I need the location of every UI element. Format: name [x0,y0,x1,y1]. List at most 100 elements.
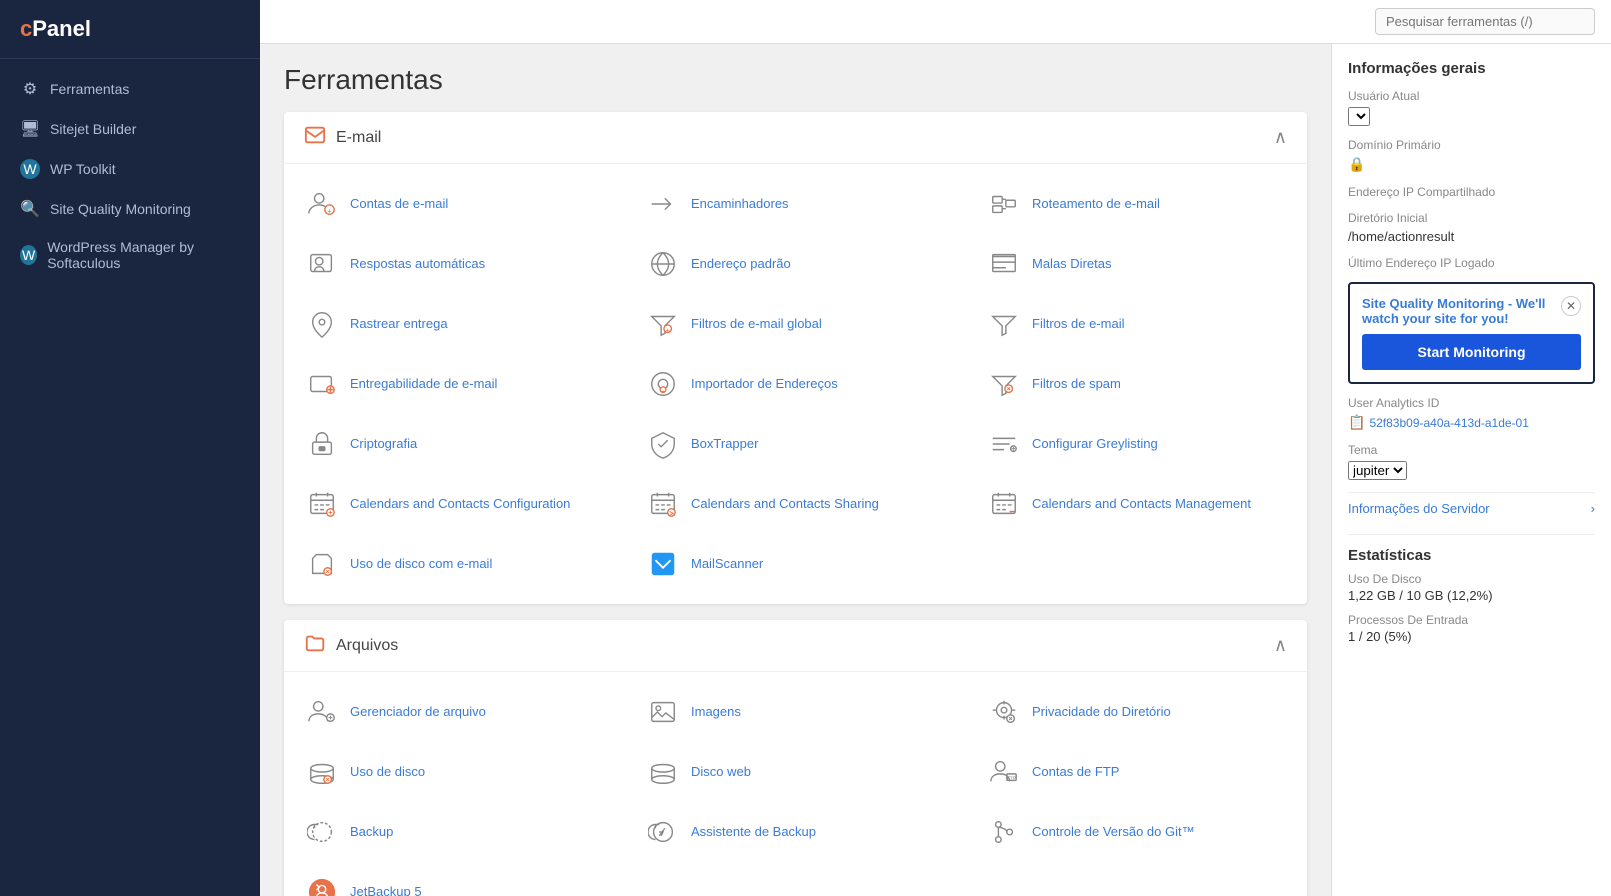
sidebar-item-label: Ferramentas [50,81,129,97]
email-section-title: E-mail [336,129,381,147]
tool-label: Uso de disco com e-mail [350,556,492,573]
search-input[interactable] [1375,8,1595,35]
sidebar-item-label: WordPress Manager by Softaculous [47,239,240,271]
monitoring-close-btn[interactable]: ✕ [1561,296,1581,316]
tool-gerenciador-arquivo[interactable]: Gerenciador de arquivo [284,682,625,742]
tool-mailscanner[interactable]: MailScanner [625,534,966,594]
sidebar-item-sitejet[interactable]: 🖥 Sitejet Builder [0,109,260,149]
tool-entregabilidade-email[interactable]: Entregabilidade de e-mail [284,354,625,414]
wp-manager-icon: W [20,245,37,265]
tool-uso-disco-email[interactable]: Uso de disco com e-mail [284,534,625,594]
tool-calendars-sharing[interactable]: Calendars and Contacts Sharing [625,474,966,534]
tool-respostas-automaticas[interactable]: Respostas automáticas [284,234,625,294]
tool-label: Uso de disco [350,764,425,781]
tool-label: MailScanner [691,556,763,573]
last-ip-label: Último Endereço IP Logado [1348,256,1595,270]
tool-filtros-email[interactable]: Filtros de e-mail [966,294,1307,354]
sidebar-item-wp-manager[interactable]: W WordPress Manager by Softaculous [0,229,260,281]
tool-label: JetBackup 5 [350,884,422,896]
section-header-email[interactable]: E-mail ∧ [284,112,1307,164]
tool-label: Gerenciador de arquivo [350,704,486,721]
monitoring-title: Site Quality Monitoring - We'll watch yo… [1362,296,1561,326]
tool-label: Encaminhadores [691,196,789,213]
shared-ip-row: Endereço IP Compartilhado [1348,185,1595,199]
disk-usage-stat: Uso De Disco 1,22 GB / 10 GB (12,2%) [1348,572,1595,603]
server-info-link[interactable]: Informações do Servidor › [1348,492,1595,524]
tool-calendars-config[interactable]: Calendars and Contacts Configuration [284,474,625,534]
analytics-value: 52f83b09-a40a-413d-a1de-01 [1369,416,1528,430]
tool-label: Configurar Greylisting [1032,436,1158,453]
theme-select[interactable]: jupiter [1348,461,1407,480]
svg-text:+: + [661,388,665,395]
tool-empty [966,534,1307,594]
tool-uso-disco[interactable]: Uso de disco [284,742,625,802]
tool-jetbackup[interactable]: JetBackup 5 [284,862,625,896]
tool-importador-enderecos[interactable]: + Importador de Endereços [625,354,966,414]
general-info-title: Informações gerais [1348,60,1595,77]
home-dir-row: Diretório Inicial /home/actionresult [1348,211,1595,244]
tool-label: Calendars and Contacts Configuration [350,496,570,513]
tool-endereco-padrao[interactable]: Endereço padrão [625,234,966,294]
section-header-arquivos[interactable]: Arquivos ∧ [284,620,1307,672]
tool-rastrear-entrega[interactable]: Rastrear entrega [284,294,625,354]
sidebar-nav: ⚙ Ferramentas 🖥 Sitejet Builder W WP Too… [0,59,260,291]
tool-imagens[interactable]: Imagens [625,682,966,742]
tool-label: Calendars and Contacts Management [1032,496,1251,513]
page-title: Ferramentas [284,64,1307,96]
primary-domain-row: Domínio Primário 🔒 [1348,138,1595,173]
tool-filtros-email-global[interactable]: + Filtros de e-mail global [625,294,966,354]
collapse-arquivos-btn[interactable]: ∧ [1274,635,1287,656]
tool-contas-ftp[interactable]: FTP Contas de FTP [966,742,1307,802]
analytics-label: User Analytics ID [1348,396,1595,410]
tool-git[interactable]: Controle de Versão do Git™ [966,802,1307,862]
tool-malas-diretas[interactable]: Malas Diretas [966,234,1307,294]
tool-label: Endereço padrão [691,256,791,273]
chevron-right-icon: › [1591,501,1595,516]
main-area: Ferramentas E-mail ∧ [260,0,1611,896]
tool-roteamento-email[interactable]: Roteamento de e-mail [966,174,1307,234]
start-monitoring-btn[interactable]: Start Monitoring [1362,334,1581,370]
tools-area: Ferramentas E-mail ∧ [260,44,1331,896]
tool-criptografia[interactable]: Criptografia [284,414,625,474]
disk-usage-value: 1,22 GB / 10 GB (12,2%) [1348,588,1595,603]
tool-label: Controle de Versão do Git™ [1032,824,1195,841]
tool-encaminhadores[interactable]: Encaminhadores [625,174,966,234]
current-user-row: Usuário Atual [1348,89,1595,126]
lock-icon: 🔒 [1348,156,1365,173]
monitoring-box: Site Quality Monitoring - We'll watch yo… [1348,282,1595,384]
tool-label: Respostas automáticas [350,256,485,273]
tool-label: Entregabilidade de e-mail [350,376,497,393]
section-email: E-mail ∧ + Contas de [284,112,1307,604]
tool-label: Filtros de spam [1032,376,1121,393]
svg-text:FTP: FTP [1007,776,1016,781]
tool-disco-web[interactable]: Disco web [625,742,966,802]
tool-label: Privacidade do Diretório [1032,704,1171,721]
tool-label: Filtros de e-mail global [691,316,822,333]
tool-label: Backup [350,824,393,841]
tool-contas-email[interactable]: + Contas de e-mail [284,174,625,234]
top-bar [260,0,1611,44]
copy-icon[interactable]: 📋 [1348,414,1365,431]
sidebar: cPanel ⚙ Ferramentas 🖥 Sitejet Builder W… [0,0,260,896]
sidebar-item-label: Site Quality Monitoring [50,201,191,217]
tool-configurar-greylisting[interactable]: Configurar Greylisting [966,414,1307,474]
tool-boxtrapper[interactable]: BoxTrapper [625,414,966,474]
sidebar-item-site-quality[interactable]: 🔍 Site Quality Monitoring [0,189,260,229]
tool-backup[interactable]: Backup [284,802,625,862]
tool-assistente-backup[interactable]: Assistente de Backup [625,802,966,862]
current-user-select[interactable] [1348,107,1370,126]
theme-label: Tema [1348,443,1595,457]
tool-filtros-spam[interactable]: Filtros de spam [966,354,1307,414]
home-dir-value: /home/actionresult [1348,229,1595,244]
tool-label: Contas de FTP [1032,764,1119,781]
sidebar-item-ferramentas[interactable]: ⚙ Ferramentas [0,69,260,109]
entrada-label: Processos De Entrada [1348,613,1595,627]
tool-calendars-management[interactable]: Calendars and Contacts Management [966,474,1307,534]
email-tool-grid: + Contas de e-mail Encaminhadores [284,164,1307,604]
collapse-email-btn[interactable]: ∧ [1274,127,1287,148]
disk-usage-label: Uso De Disco [1348,572,1595,586]
sidebar-item-wp-toolkit[interactable]: W WP Toolkit [0,149,260,189]
tool-privacidade-diretorio[interactable]: Privacidade do Diretório [966,682,1307,742]
tool-label: Rastrear entrega [350,316,448,333]
right-panel: Informações gerais Usuário Atual Domínio… [1331,44,1611,896]
